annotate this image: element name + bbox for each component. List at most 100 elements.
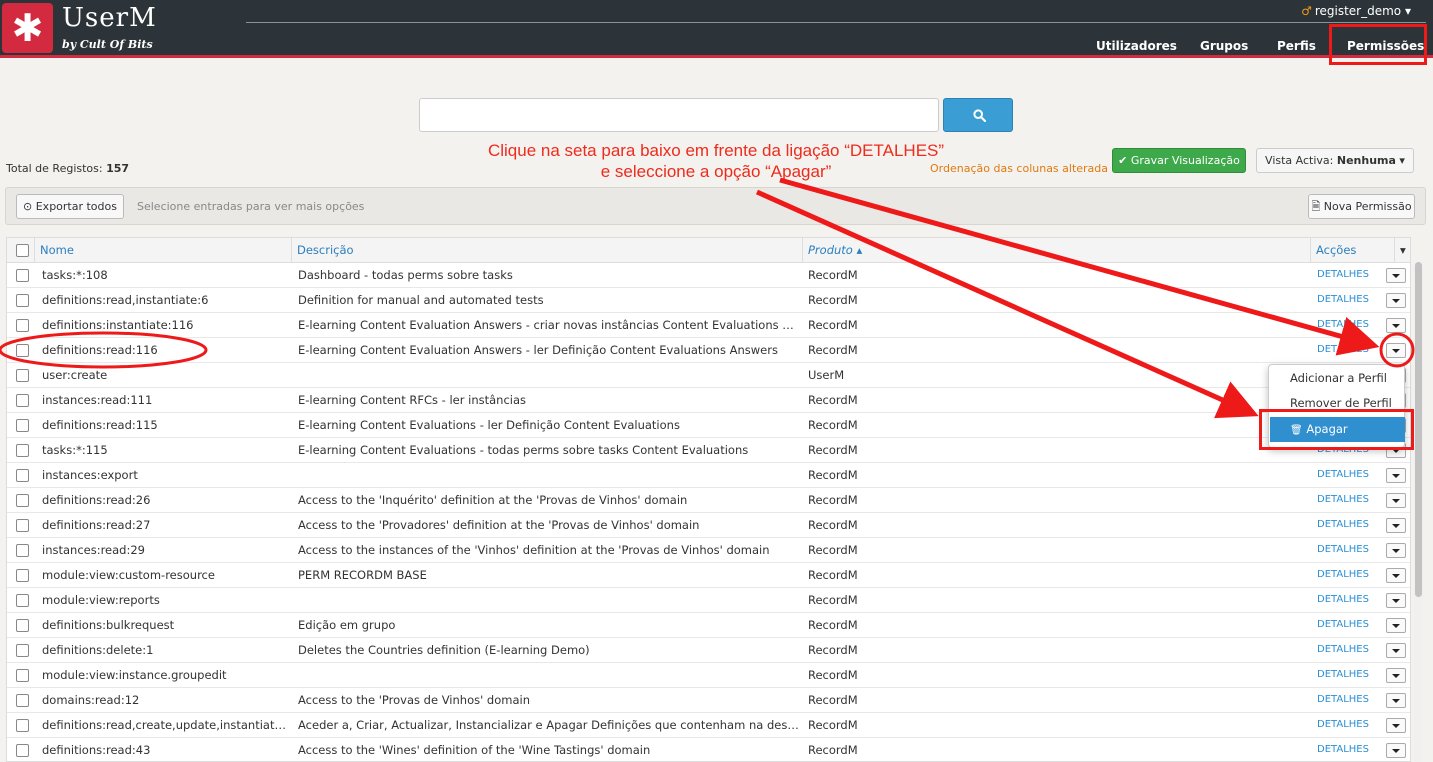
scrollbar-thumb[interactable]	[1415, 262, 1422, 597]
row-checkbox[interactable]	[16, 294, 29, 307]
search-button[interactable]	[943, 98, 1013, 132]
details-link[interactable]: DETALHES	[1317, 488, 1369, 513]
details-link[interactable]: DETALHES	[1317, 263, 1369, 288]
row-checkbox[interactable]	[16, 694, 29, 707]
active-view-dropdown[interactable]: Vista Activa: Nenhuma ▾	[1256, 148, 1414, 173]
details-link[interactable]: DETALHES	[1317, 713, 1369, 738]
table-row[interactable]: instances:read:29 Access to the instances…	[7, 538, 1410, 563]
header-description[interactable]: Descrição	[292, 238, 803, 263]
table-row[interactable]: definitions:bulkrequest Edição em grupo Re…	[7, 613, 1410, 638]
cell-name: domains:read:12	[42, 693, 140, 707]
cell-product: RecordM	[808, 718, 858, 732]
details-link[interactable]: DETALHES	[1317, 338, 1369, 363]
row-actions-caret-button[interactable]	[1386, 293, 1406, 308]
columns-menu-button[interactable]: ▾	[1395, 238, 1410, 263]
details-link[interactable]: DETALHES	[1317, 563, 1369, 588]
table-row[interactable]: instances:export RecordM DETALHES	[7, 463, 1410, 488]
row-checkbox[interactable]	[16, 519, 29, 532]
table-row[interactable]: definitions:read:26 Access to the 'Inquér…	[7, 488, 1410, 513]
table-row[interactable]: definitions:read:116 E-learning Content E…	[7, 338, 1410, 363]
row-checkbox[interactable]	[16, 619, 29, 632]
row-checkbox[interactable]	[16, 544, 29, 557]
row-actions-caret-button[interactable]	[1386, 643, 1406, 658]
row-checkbox[interactable]	[16, 419, 29, 432]
cell-name: tasks:*:115	[42, 443, 108, 457]
table-row[interactable]: module:view:custom-resource PERM RECORDM …	[7, 563, 1410, 588]
row-checkbox[interactable]	[16, 569, 29, 582]
details-link[interactable]: DETALHES	[1317, 613, 1369, 638]
row-checkbox[interactable]	[16, 269, 29, 282]
row-checkbox[interactable]	[16, 644, 29, 657]
details-link[interactable]: DETALHES	[1317, 538, 1369, 563]
cell-description	[298, 363, 801, 388]
nav-utilizadores[interactable]: Utilizadores	[1096, 39, 1177, 53]
nav-grupos[interactable]: Grupos	[1200, 39, 1248, 53]
header-name[interactable]: Nome	[35, 238, 292, 263]
row-checkbox[interactable]	[16, 394, 29, 407]
row-actions-caret-button[interactable]	[1386, 318, 1406, 333]
row-actions-caret-button[interactable]	[1386, 618, 1406, 633]
row-checkbox[interactable]	[16, 369, 29, 382]
table-row[interactable]: tasks:*:108 Dashboard - todas perms sobre…	[7, 263, 1410, 288]
table-row[interactable]: module:view:instance.groupedit RecordM DET…	[7, 663, 1410, 688]
row-actions-caret-button[interactable]	[1386, 593, 1406, 608]
row-checkbox[interactable]	[16, 719, 29, 732]
header-select-cell	[7, 238, 35, 263]
save-view-button[interactable]: ✔ Gravar Visualização	[1112, 148, 1246, 173]
table-row[interactable]: definitions:read:115 E-learning Content E…	[7, 413, 1410, 438]
table-scrollbar[interactable]	[1414, 262, 1423, 762]
search-input[interactable]	[419, 98, 939, 132]
cell-product: RecordM	[808, 743, 858, 757]
row-actions-caret-button[interactable]	[1386, 718, 1406, 733]
row-actions-caret-button[interactable]	[1386, 668, 1406, 683]
row-checkbox[interactable]	[16, 494, 29, 507]
details-link[interactable]: DETALHES	[1317, 313, 1369, 338]
row-checkbox[interactable]	[16, 444, 29, 457]
table-row[interactable]: definitions:instantiate:116 E-learning Co…	[7, 313, 1410, 338]
row-actions-caret-button[interactable]	[1386, 343, 1406, 358]
row-actions-caret-button[interactable]	[1386, 543, 1406, 558]
details-link[interactable]: DETALHES	[1317, 738, 1369, 761]
user-menu[interactable]: ♂ register_demo ▾	[1301, 4, 1411, 18]
table-row[interactable]: definitions:delete:1 Deletes the Countrie…	[7, 638, 1410, 663]
table-row[interactable]: definitions:read:27 Access to the 'Provad…	[7, 513, 1410, 538]
row-checkbox[interactable]	[16, 469, 29, 482]
details-link[interactable]: DETALHES	[1317, 638, 1369, 663]
app-logo-icon[interactable]: ✱	[2, 3, 53, 53]
cell-description	[298, 663, 801, 688]
row-actions-caret-button[interactable]	[1386, 693, 1406, 708]
menu-add-to-profile[interactable]: Adicionar a Perfil	[1269, 366, 1406, 391]
details-link[interactable]: DETALHES	[1317, 663, 1369, 688]
details-link[interactable]: DETALHES	[1317, 513, 1369, 538]
row-checkbox[interactable]	[16, 344, 29, 357]
row-actions-caret-button[interactable]	[1386, 568, 1406, 583]
nav-perfis[interactable]: Perfis	[1277, 39, 1316, 53]
select-all-checkbox[interactable]	[16, 244, 29, 257]
table-row[interactable]: definitions:read,instantiate:6 Definition…	[7, 288, 1410, 313]
row-actions-caret-button[interactable]	[1386, 268, 1406, 283]
export-all-button[interactable]: ⊙ Exportar todos	[16, 194, 124, 219]
table-row[interactable]: domains:read:12 Access to the 'Provas de …	[7, 688, 1410, 713]
table-row[interactable]: tasks:*:115 E-learning Content Evaluation…	[7, 438, 1410, 463]
row-actions-caret-button[interactable]	[1386, 493, 1406, 508]
details-link[interactable]: DETALHES	[1317, 463, 1369, 488]
cell-name: module:view:reports	[42, 593, 160, 607]
row-checkbox[interactable]	[16, 319, 29, 332]
cell-description: Access to the 'Wines' definition of the …	[298, 743, 651, 757]
table-row[interactable]: module:view:reports RecordM DETALHES	[7, 588, 1410, 613]
header-product[interactable]: Produto ▴	[803, 238, 1311, 263]
table-row[interactable]: definitions:read:43 Access to the 'Wines'…	[7, 738, 1410, 761]
new-permission-button[interactable]: 🗎 Nova Permissão	[1308, 194, 1415, 219]
row-actions-caret-button[interactable]	[1386, 743, 1406, 758]
details-link[interactable]: DETALHES	[1317, 588, 1369, 613]
table-row[interactable]: definitions:read,create,update,instantia…	[7, 713, 1410, 738]
table-row[interactable]: user:createUserMDETALHES	[7, 363, 1410, 388]
row-checkbox[interactable]	[16, 594, 29, 607]
table-row[interactable]: instances:read:111 E-learning Content RFC…	[7, 388, 1410, 413]
row-checkbox[interactable]	[16, 669, 29, 682]
row-actions-caret-button[interactable]	[1386, 518, 1406, 533]
row-checkbox[interactable]	[16, 744, 29, 757]
row-actions-caret-button[interactable]	[1386, 468, 1406, 483]
details-link[interactable]: DETALHES	[1317, 688, 1369, 713]
details-link[interactable]: DETALHES	[1317, 288, 1369, 313]
